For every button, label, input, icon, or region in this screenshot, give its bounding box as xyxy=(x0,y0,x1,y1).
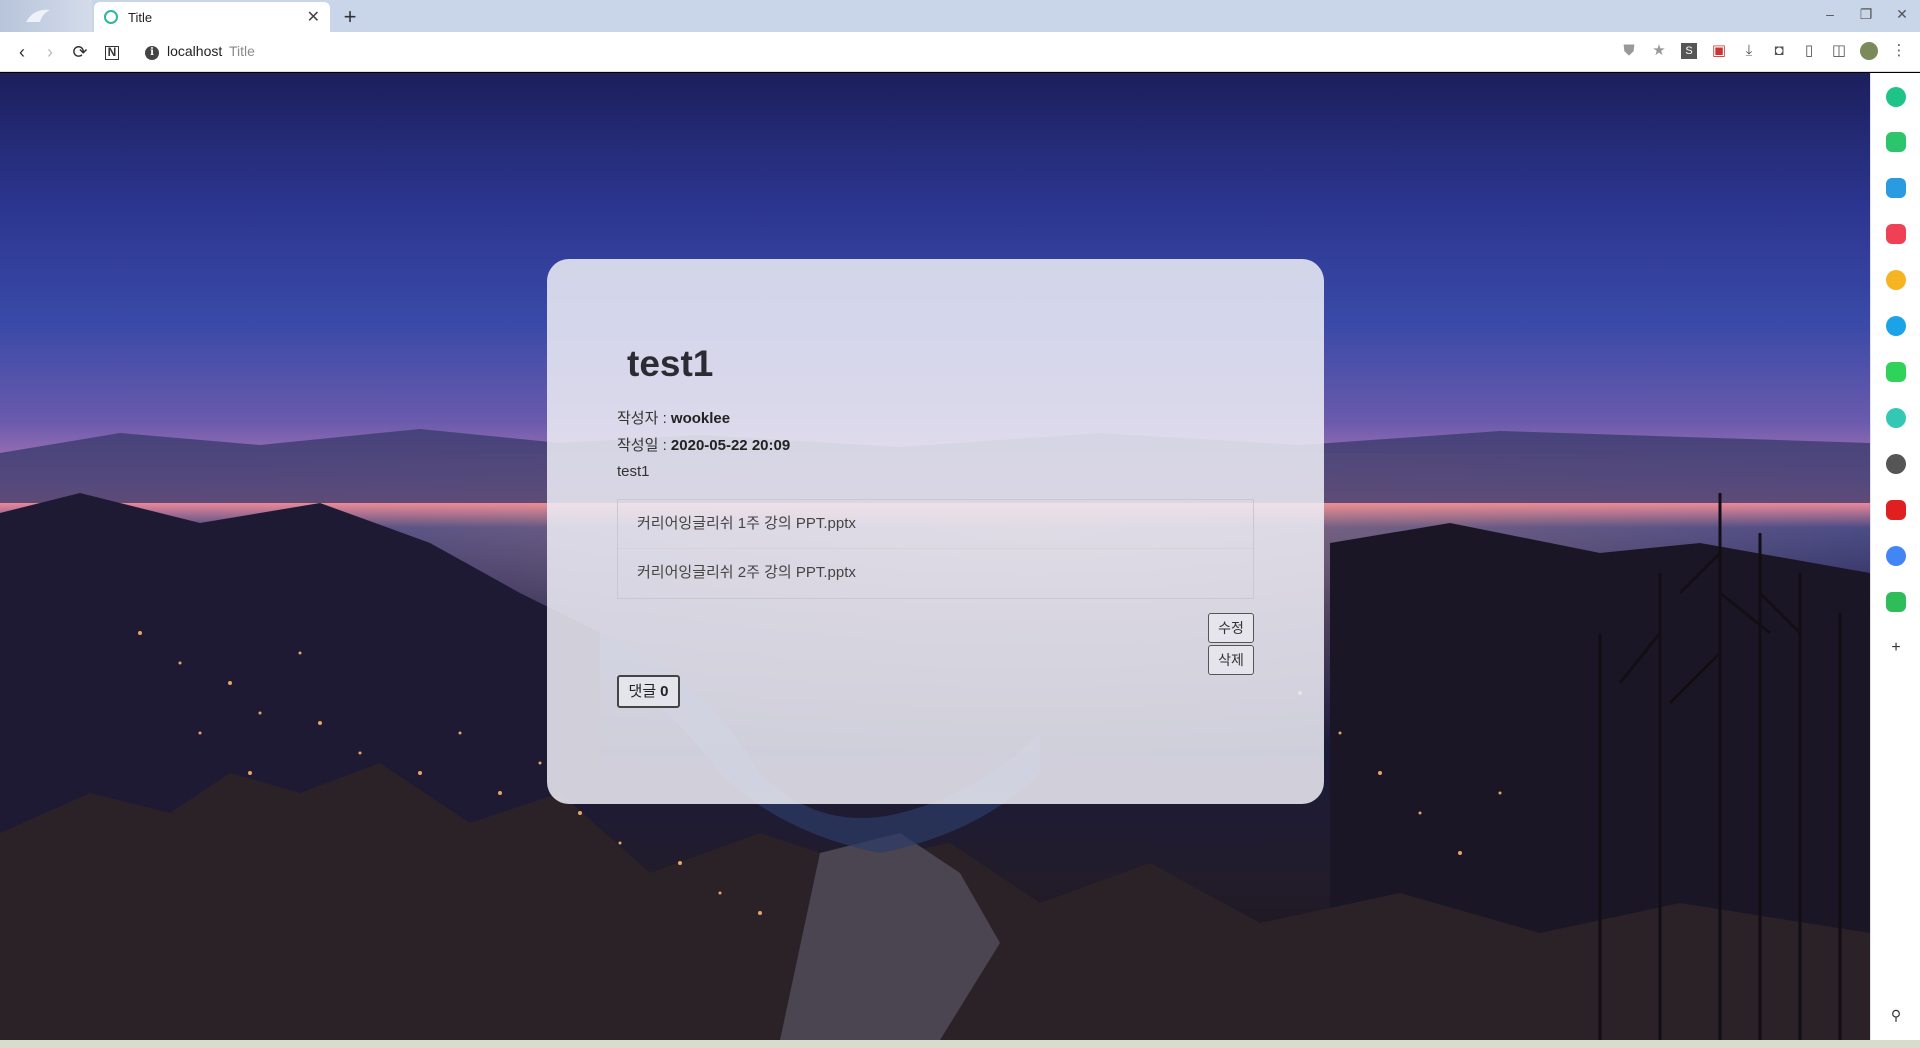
toolbar-right: ⛊ ★ S ▣ ⤓ ◘ ▯ ◫ ⋮ xyxy=(1618,40,1910,62)
back-icon[interactable]: ‹ xyxy=(10,40,34,64)
sidebar-google-icon[interactable] xyxy=(1886,546,1906,566)
date-label: 작성일 : xyxy=(617,437,667,454)
flag-extension-icon[interactable]: ▣ xyxy=(1708,40,1730,62)
extension-s-icon[interactable]: S xyxy=(1681,43,1697,59)
camera-icon[interactable]: ◘ xyxy=(1768,40,1790,62)
tab-bar: Title ✕ + – ❐ ✕ xyxy=(0,0,1920,32)
edit-button[interactable]: 수정 xyxy=(1208,613,1254,643)
minimize-icon[interactable]: – xyxy=(1812,0,1848,32)
post-content: test1 xyxy=(617,463,650,480)
tab-title[interactable]: Title ✕ xyxy=(94,2,330,32)
restore-icon[interactable]: ❐ xyxy=(1848,0,1884,32)
post-author: 작성자 : wooklee xyxy=(617,407,730,428)
sidebar-chat-icon[interactable] xyxy=(1886,132,1906,152)
sidebar-app-icon[interactable] xyxy=(1886,87,1906,107)
sidebar-star-icon[interactable] xyxy=(1886,270,1906,290)
bookmark-star-icon[interactable]: ★ xyxy=(1648,40,1670,62)
close-window-icon[interactable]: ✕ xyxy=(1884,0,1920,32)
address-bar: ‹ › ⟳ N i localhost Title ⛊ ★ S ▣ ⤓ ◘ ▯ … xyxy=(0,32,1920,72)
sidebar-pin-icon[interactable]: ⚲ xyxy=(1886,1005,1906,1025)
reader-icon[interactable]: ▯ xyxy=(1798,40,1820,62)
date-value: 2020-05-22 20:09 xyxy=(670,437,791,454)
tab-favicon-icon xyxy=(104,10,118,24)
sidebar-add-icon[interactable]: + xyxy=(1886,638,1906,658)
post-card: test1 작성자 : wooklee 작성일 : 2020-05-22 20:… xyxy=(547,259,1324,804)
sidebar-edge-icon[interactable] xyxy=(1886,316,1906,336)
attachment-list: 커리어잉글리쉬 1주 강의 PPT.pptx 커리어잉글리쉬 2주 강의 PPT… xyxy=(617,499,1254,599)
comments-count: 0 xyxy=(660,683,669,700)
new-tab-button[interactable]: + xyxy=(338,4,362,30)
attachment-item[interactable]: 커리어잉글리쉬 1주 강의 PPT.pptx xyxy=(618,500,1253,549)
sidebar-line-icon[interactable] xyxy=(1886,362,1906,382)
site-info-icon[interactable]: i xyxy=(145,46,159,60)
url-host[interactable]: localhost xyxy=(167,43,222,59)
browser-sidebar: + ⚲ xyxy=(1870,73,1920,1040)
sidebar-map-icon[interactable] xyxy=(1886,592,1906,612)
close-tab-icon[interactable]: ✕ xyxy=(307,7,320,27)
comments-label: 댓글 xyxy=(628,683,657,700)
sidebar-youtube-icon[interactable] xyxy=(1886,500,1906,520)
comments-button[interactable]: 댓글 0 xyxy=(617,675,680,708)
sidebar-wallet-icon[interactable] xyxy=(1886,178,1906,198)
sidebar-pocket-icon[interactable] xyxy=(1886,224,1906,244)
post-title: test1 xyxy=(627,343,714,384)
author-label: 작성자 : xyxy=(617,410,667,427)
delete-button[interactable]: 삭제 xyxy=(1208,645,1254,675)
tab-label: Title xyxy=(128,9,153,25)
shield-icon[interactable]: ⛊ xyxy=(1618,40,1640,62)
sidebar-github-icon[interactable] xyxy=(1886,454,1906,474)
sidebar-toggle-icon[interactable]: ◫ xyxy=(1828,40,1850,62)
window-controls: – ❐ ✕ xyxy=(1812,0,1920,32)
sidebar-play-icon[interactable] xyxy=(1886,408,1906,428)
avatar[interactable] xyxy=(1860,42,1878,60)
status-bar xyxy=(0,1040,1920,1048)
url-page-title[interactable]: Title xyxy=(229,43,255,59)
page-background: test1 작성자 : wooklee 작성일 : 2020-05-22 20:… xyxy=(0,73,1870,1040)
forward-icon[interactable]: › xyxy=(38,40,62,64)
attachment-item[interactable]: 커리어잉글리쉬 2주 강의 PPT.pptx xyxy=(618,549,1253,598)
download-icon[interactable]: ⤓ xyxy=(1738,40,1760,62)
reader-mode-icon[interactable]: N xyxy=(100,40,124,64)
author-value: wooklee xyxy=(670,410,731,427)
browser-logo-icon xyxy=(0,0,92,32)
post-date: 작성일 : 2020-05-22 20:09 xyxy=(617,434,790,455)
menu-dots-icon[interactable]: ⋮ xyxy=(1888,40,1910,62)
reload-icon[interactable]: ⟳ xyxy=(68,40,92,64)
